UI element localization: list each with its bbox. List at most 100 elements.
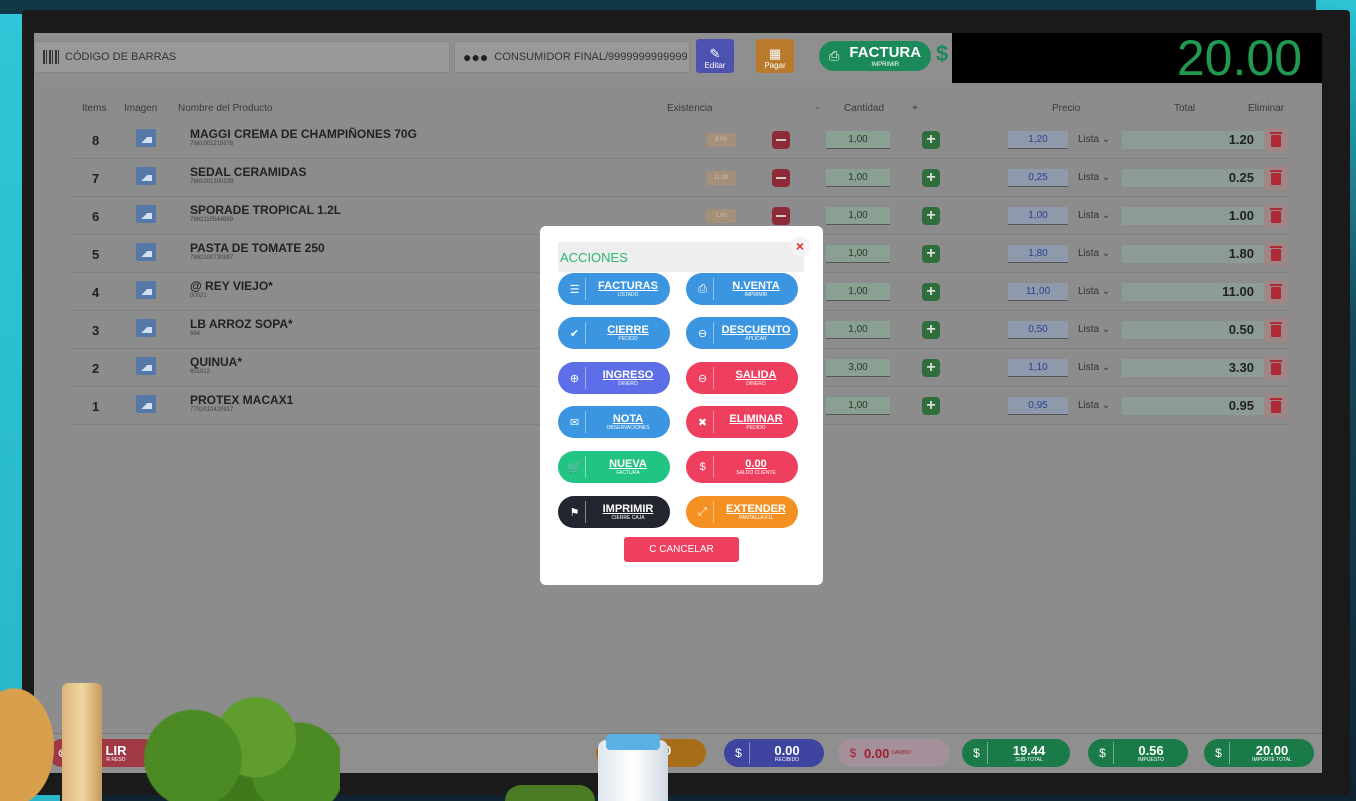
image-icon[interactable] [136, 395, 156, 413]
action-descuento-button[interactable]: ⊖ DESCUENTO APLICAR [686, 317, 798, 349]
cancel-button[interactable]: C CANCELAR [624, 537, 739, 562]
quantity-input[interactable]: 1,00 [826, 131, 890, 149]
action-nueva-button[interactable]: 🛒 NUEVA FACTURA [558, 451, 670, 483]
price-list-select[interactable]: Lista ⌄ [1078, 172, 1110, 183]
price-list-select[interactable]: Lista ⌄ [1078, 286, 1110, 297]
price-input[interactable]: 0,50 [1008, 321, 1068, 339]
factura-sub: IMPRIMIR [871, 62, 900, 68]
stock-badge: 8.00 [706, 133, 736, 147]
subtotal-sub: SUB-TOTAL [1015, 756, 1043, 763]
comments-icon: ✉ [564, 411, 586, 433]
quantity-input[interactable]: 1,00 [826, 321, 890, 339]
plus-square-icon[interactable]: + [922, 283, 940, 301]
received-pill[interactable]: $ 0.00 RECIBIDO [724, 739, 824, 767]
quantity-input[interactable]: 1,00 [826, 245, 890, 263]
action-nventa-button[interactable]: ⎙ N.VENTA IMPRIMIR [686, 273, 798, 305]
image-icon[interactable] [136, 167, 156, 185]
action-imprimir-button[interactable]: ⚑ IMPRIMIR CIERRE CAJA [558, 496, 670, 528]
users-icon: ●●● [463, 49, 489, 65]
minus-square-icon[interactable] [772, 207, 790, 225]
total-display: 20.00 [952, 33, 1322, 83]
price-list-label: Lista [1078, 172, 1100, 183]
image-icon[interactable] [136, 205, 156, 223]
action-label: FACTURAS [598, 279, 658, 292]
table-row: 8 MAGGI CREMA DE CHAMPIÑONES 70G 786100121… [70, 121, 1290, 159]
dollar-icon: $ [1092, 742, 1114, 764]
product-code: 684 [190, 331, 201, 337]
price-input[interactable]: 0,25 [1008, 169, 1068, 187]
row-total: 0.50 [1228, 322, 1254, 337]
modal-header: ACCIONES [558, 242, 804, 272]
action-facturas-button[interactable]: ☰ FACTURAS LISTADO [558, 273, 670, 305]
plus-square-icon[interactable]: + [922, 245, 940, 263]
quantity-input[interactable]: 1,00 [826, 397, 890, 415]
minus-circle-icon: ⊖ [692, 367, 714, 389]
plus-square-icon[interactable]: + [922, 169, 940, 187]
trash-icon[interactable] [1264, 280, 1288, 304]
pay-button[interactable]: ▦ Pagar [756, 39, 794, 73]
action-extender-button[interactable]: ⤢ EXTENDER PANTALLA F11 [686, 496, 798, 528]
price-list-select[interactable]: Lista ⌄ [1078, 134, 1110, 145]
minus-square-icon[interactable] [772, 169, 790, 187]
trash-icon: ✖ [692, 411, 714, 433]
plus-square-icon[interactable]: + [922, 397, 940, 415]
action-cierre-button[interactable]: ✔ CIERRE PEDIDO [558, 317, 670, 349]
table-header: Items Imagen Nombre del Producto Existen… [70, 101, 1290, 119]
action-ingreso-button[interactable]: ⊕ INGRESO DINERO [558, 362, 670, 394]
action-label: 0.00 [745, 457, 767, 470]
trash-icon[interactable] [1264, 128, 1288, 152]
price-input[interactable]: 0,95 [1008, 397, 1068, 415]
col-minus: - [816, 103, 820, 114]
quantity-input[interactable]: 1,00 [826, 207, 890, 225]
edit-customer-button[interactable]: ✎ Editar [696, 39, 734, 73]
price-list-select[interactable]: Lista ⌄ [1078, 210, 1110, 221]
action-sub: PEDIDO [618, 335, 638, 342]
plus-square-icon[interactable]: + [922, 359, 940, 377]
col-stock: Existencia [667, 103, 713, 114]
price-list-select[interactable]: Lista ⌄ [1078, 362, 1110, 373]
barcode-input[interactable]: CÓDIGO DE BARRAS [34, 41, 450, 73]
plus-square-icon[interactable]: + [922, 207, 940, 225]
quantity-input[interactable]: 1,00 [826, 169, 890, 187]
image-icon[interactable] [136, 129, 156, 147]
trash-icon[interactable] [1264, 242, 1288, 266]
image-icon[interactable] [136, 243, 156, 261]
chevron-down-icon: ⌄ [1101, 134, 1111, 145]
decor-bottle [62, 683, 102, 801]
tax-sub: IMPUESTO [1137, 756, 1165, 763]
action-saldo-button[interactable]: $ 0.00 SALDO CLIENTE [686, 451, 798, 483]
close-icon[interactable]: × [790, 236, 810, 256]
image-icon[interactable] [136, 357, 156, 375]
price-list-select[interactable]: Lista ⌄ [1078, 400, 1110, 411]
price-list-select[interactable]: Lista ⌄ [1078, 248, 1110, 259]
quantity-input[interactable]: 3,00 [826, 359, 890, 377]
image-icon[interactable] [136, 281, 156, 299]
factura-button[interactable]: ⎙ FACTURA IMPRIMIR [819, 41, 931, 71]
col-name: Nombre del Producto [178, 103, 273, 114]
price-input[interactable]: 11,00 [1008, 283, 1068, 301]
trash-icon[interactable] [1264, 318, 1288, 342]
plus-square-icon[interactable]: + [922, 321, 940, 339]
action-salida-button[interactable]: ⊖ SALIDA DINERO [686, 362, 798, 394]
action-eliminar-button[interactable]: ✖ ELIMINAR PEDIDO [686, 406, 798, 438]
price-input[interactable]: 1,00 [1008, 207, 1068, 225]
minus-square-icon[interactable] [772, 131, 790, 149]
product-code: 7861001219876 [190, 141, 234, 147]
customer-selector[interactable]: ●●● CONSUMIDOR FINAL/9999999999999 [454, 41, 690, 73]
price-input[interactable]: 1,80 [1008, 245, 1068, 263]
chevron-down-icon: ⌄ [1101, 362, 1111, 373]
price-input[interactable]: 1,20 [1008, 131, 1068, 149]
trash-icon[interactable] [1264, 356, 1288, 380]
plus-square-icon[interactable]: + [922, 131, 940, 149]
price-list-label: Lista [1078, 286, 1100, 297]
image-icon[interactable] [136, 319, 156, 337]
price-input[interactable]: 1,10 [1008, 359, 1068, 377]
price-list-label: Lista [1078, 210, 1100, 221]
quantity-input[interactable]: 1,00 [826, 283, 890, 301]
product-name: LB ARROZ SOPA* [190, 317, 293, 331]
trash-icon[interactable] [1264, 204, 1288, 228]
trash-icon[interactable] [1264, 166, 1288, 190]
price-list-select[interactable]: Lista ⌄ [1078, 324, 1110, 335]
action-nota-button[interactable]: ✉ NOTA OBSERVACIONES [558, 406, 670, 438]
trash-icon[interactable] [1264, 394, 1288, 418]
